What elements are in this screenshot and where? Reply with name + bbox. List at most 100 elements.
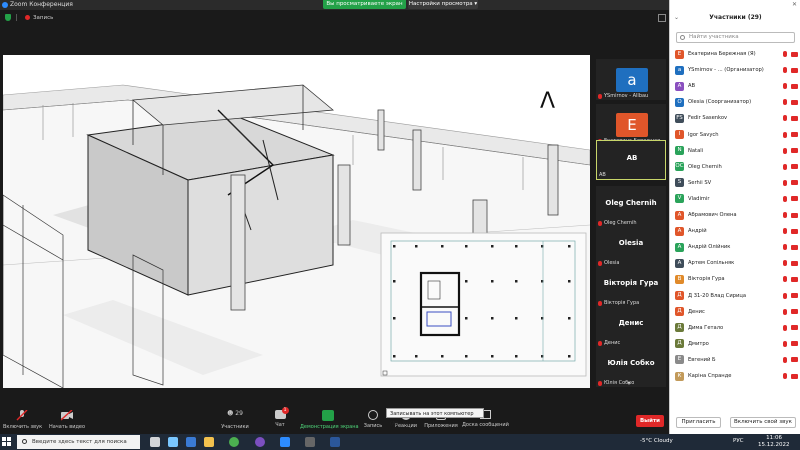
panel-header: ⌄ Участники (29) — [670, 10, 800, 26]
video-tile[interactable]: Вікторія Гура Вікторія Гура — [596, 266, 666, 307]
invite-button[interactable]: Пригласить — [676, 417, 721, 428]
video-tile[interactable]: E Екатерина Бережная — [596, 104, 666, 145]
security-shield-icon[interactable] — [5, 14, 11, 21]
tile-name: YSmirnov - Allbau — [604, 93, 649, 99]
video-off-icon — [791, 276, 798, 282]
participant-row[interactable]: A AB — [675, 80, 798, 92]
app-icon[interactable] — [168, 437, 178, 447]
participant-row[interactable]: OC Oleg Chernih — [675, 161, 798, 173]
avatar: N — [675, 146, 684, 156]
participant-row[interactable]: Д Денис — [675, 306, 798, 318]
task-view-icon[interactable] — [150, 437, 160, 447]
muted-mic-icon — [783, 356, 787, 363]
file-explorer-icon[interactable] — [204, 437, 214, 447]
participant-row[interactable]: Д Дмитро — [675, 338, 798, 350]
participants-button[interactable]: ☻ 29 Участники — [218, 410, 252, 434]
participant-row[interactable]: I Igor Savych — [675, 129, 798, 141]
overlay-glyph: Λ — [540, 89, 556, 114]
participant-row[interactable]: Е Евгений Б — [675, 354, 798, 366]
video-tile[interactable]: Olesia Olesia — [596, 226, 666, 267]
architectural-3d-model — [3, 84, 590, 388]
participant-row[interactable]: N Natali — [675, 145, 798, 157]
participant-row[interactable]: a YSmirnov - ... (Организатор) — [675, 64, 798, 76]
tile-name: AB — [599, 172, 606, 178]
language-indicator[interactable]: РУС — [733, 438, 744, 444]
muted-mic-icon — [598, 220, 602, 226]
avatar: V — [675, 194, 684, 204]
taskbar-search-placeholder: Введите здесь текст для поиска — [32, 439, 127, 445]
muted-mic-icon — [783, 228, 787, 235]
muted-mic-icon — [783, 115, 787, 122]
video-off-icon — [791, 293, 798, 298]
participant-row[interactable]: O Olesia (Соорганизатор) — [675, 96, 798, 108]
avatar: Д — [675, 291, 684, 300]
tile-center-name: Денис — [618, 319, 644, 327]
participant-row[interactable]: A Андрій — [675, 225, 798, 237]
chat-button[interactable]: 1 Чат — [269, 407, 291, 434]
app-icon[interactable] — [186, 437, 196, 447]
participant-row[interactable]: S Serhii SV — [675, 177, 798, 189]
taskbar-search-input[interactable]: Введите здесь текст для поиска — [17, 435, 140, 449]
participant-row[interactable]: Д Д 31-20 Влад Сирицa — [675, 290, 798, 302]
view-options-button[interactable]: Настройки просмотра ▾ — [408, 0, 478, 9]
word-icon[interactable] — [330, 437, 340, 447]
record-tooltip: Записывать на этот компьютер (Alt+R) — [386, 408, 484, 427]
participants-icon: ☻ 29 — [227, 410, 243, 417]
participant-row[interactable]: A Андрій Олійник — [675, 241, 798, 253]
clock-date: 15.12.2022 — [758, 442, 790, 448]
video-off-icon — [791, 51, 798, 57]
app-icon[interactable] — [305, 437, 315, 447]
tile-center-name: Вікторія Гура — [603, 279, 659, 287]
video-tile[interactable]: Oleg Chernih Oleg Chernih — [596, 186, 666, 227]
fullscreen-icon[interactable] — [658, 14, 666, 22]
participant-name: Д 31-20 Влад Сирицa — [688, 292, 747, 299]
participant-row[interactable]: V Vladimir — [675, 193, 798, 205]
avatar: Д — [675, 323, 684, 333]
muted-mic-icon — [783, 83, 787, 90]
participant-name: Дмитро — [688, 340, 709, 347]
clock[interactable]: 11:06 15.12.2022 — [758, 435, 790, 449]
participant-name: Natali — [688, 147, 704, 154]
windows-start-icon[interactable] — [2, 437, 12, 447]
clock-time: 11:06 — [766, 435, 782, 441]
participant-row[interactable]: К Каріна Спранде — [675, 370, 798, 382]
chevron-down-icon[interactable]: ⌄ — [674, 10, 679, 26]
close-icon[interactable]: ✕ — [792, 1, 797, 8]
participant-name: Артем Сопільняк — [688, 260, 735, 267]
chat-icon: 1 — [274, 407, 289, 419]
participant-search-input[interactable]: Найти участника — [676, 32, 795, 43]
avatar: A — [675, 226, 684, 236]
muted-mic-icon — [598, 260, 602, 266]
participant-row[interactable]: Д Дима Гетало — [675, 322, 798, 334]
zoom-icon[interactable] — [280, 437, 290, 447]
leave-button[interactable]: Выйти — [636, 415, 664, 427]
video-tile[interactable]: Денис Денис — [596, 306, 666, 347]
muted-mic-icon — [783, 179, 787, 186]
share-screen-button[interactable]: Демонстрация экрана — [300, 410, 359, 434]
participant-row[interactable]: A Абрамович Олена — [675, 209, 798, 221]
video-off-icon — [791, 99, 798, 105]
participant-row[interactable]: A Артем Сопільняк — [675, 257, 798, 269]
participant-name: Денис — [688, 308, 705, 315]
chrome-icon[interactable] — [229, 437, 239, 447]
participant-row[interactable]: B Вікторія Гура — [675, 273, 798, 285]
unmute-self-button[interactable]: Включить свой звук — [730, 417, 796, 428]
meeting-status: Запись — [5, 14, 53, 21]
avatar: S — [675, 178, 684, 188]
video-tile-active-speaker[interactable]: AB AB — [596, 140, 666, 180]
viber-icon[interactable] — [255, 437, 265, 447]
participant-name: Евгений Б — [688, 356, 716, 363]
record-button[interactable]: Запись — [360, 410, 386, 434]
avatar: Е — [675, 355, 684, 365]
unmute-button[interactable]: Включить звук — [3, 410, 42, 434]
video-tile[interactable]: a YSmirnov - Allbau — [596, 59, 666, 100]
video-off-icon — [791, 244, 798, 250]
scroll-down-icon[interactable]: ▾ — [624, 381, 634, 387]
weather-widget[interactable]: -5°C Cloudy — [640, 438, 673, 444]
recording-label: Запись — [33, 14, 54, 21]
participant-name: Абрамович Олена — [688, 212, 737, 218]
participant-row[interactable]: E Екатерина Бережная (Я) — [675, 48, 798, 60]
participant-row[interactable]: FS Fedir Sasenkov — [675, 112, 798, 124]
search-icon — [680, 35, 685, 40]
start-video-button[interactable]: Начать видео — [48, 410, 86, 434]
